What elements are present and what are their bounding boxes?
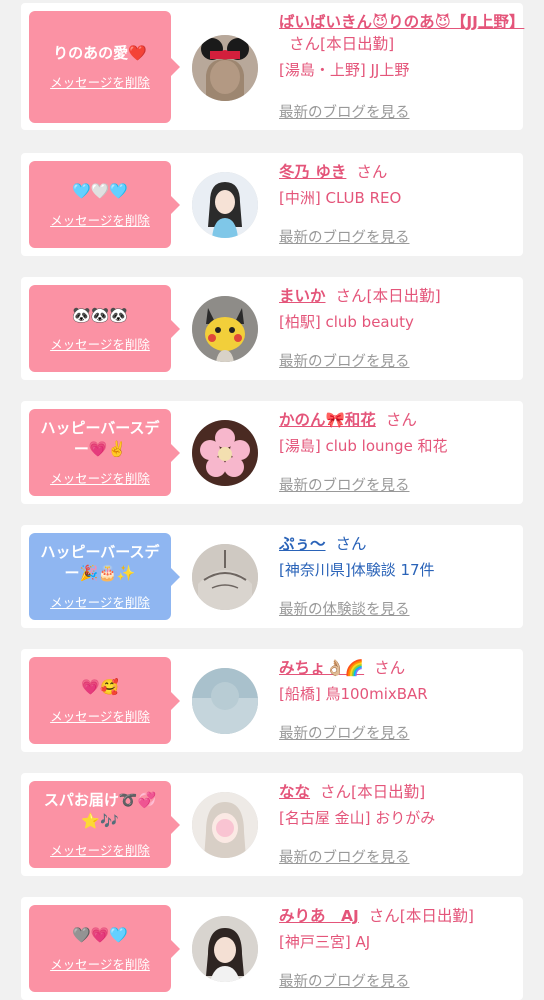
honorific: さん	[368, 907, 400, 925]
latest-blog-link[interactable]: 最新のブログを見る	[279, 722, 410, 743]
avatar-image	[192, 792, 258, 858]
cast-info: なな さん[本日出勤] [名古屋 金山] おりがみ	[279, 781, 519, 829]
status-badge: [本日出勤]	[320, 35, 395, 53]
shop-info: [船橋] 鳥100mixBAR	[279, 685, 428, 703]
avatar[interactable]	[192, 172, 258, 238]
avatar-image	[192, 544, 258, 610]
delete-message-link[interactable]: メッセージを削除	[50, 72, 150, 91]
shop-info: [神戸三宮] AJ	[279, 933, 371, 951]
message-bubble: 🐼🐼🐼 メッセージを削除	[29, 285, 180, 372]
avatar-image	[192, 296, 258, 362]
message-text: 🐼🐼🐼	[71, 305, 129, 324]
shop-info: [名古屋 金山] おりがみ	[279, 809, 436, 827]
cast-info: まいか さん[本日出勤] [柏駅] club beauty	[279, 285, 519, 333]
message-bubble: 🩶💗🩵 メッセージを削除	[29, 905, 180, 992]
message-bubble: ハッピーバースデー🎉🎂✨ メッセージを削除	[29, 533, 180, 620]
honorific: さん	[335, 535, 367, 553]
status-badge: [本日出勤]	[366, 287, 441, 305]
shop-info: [柏駅] club beauty	[279, 313, 414, 331]
shop-info: [神奈川県]体験談 17件	[279, 561, 435, 579]
latest-blog-link[interactable]: 最新のブログを見る	[279, 101, 410, 122]
delete-message-link[interactable]: メッセージを削除	[50, 210, 150, 229]
delete-message-link[interactable]: メッセージを削除	[50, 334, 150, 353]
avatar-image	[192, 172, 258, 238]
avatar-image	[192, 420, 258, 486]
latest-blog-link[interactable]: 最新のブログを見る	[279, 846, 410, 867]
avatar[interactable]	[192, 35, 258, 101]
cast-name-link[interactable]: なな	[279, 783, 310, 801]
message-card: 💗🥰 メッセージを削除 みちょ👌🏼🌈 さん [船橋] 鳥100mixBAR 最新の…	[21, 649, 523, 752]
latest-blog-link[interactable]: 最新のブログを見る	[279, 226, 410, 247]
cast-info: みりあ AJ さん[本日出勤] [神戸三宮] AJ	[279, 905, 519, 953]
message-card: ハッピーバースデー💗✌️ メッセージを削除 かのん🎀和花 さん [湯島] club…	[21, 401, 523, 504]
message-card: 🐼🐼🐼 メッセージを削除 まいか さん[本日出勤] [柏駅] club beaut…	[21, 277, 523, 380]
status-badge: [本日出勤]	[351, 783, 426, 801]
avatar[interactable]	[192, 420, 258, 486]
avatar[interactable]	[192, 916, 258, 982]
avatar-image	[192, 668, 258, 734]
cast-name-link[interactable]: みりあ AJ	[279, 907, 359, 925]
cast-info: 冬乃 ゆき さん [中洲] CLUB REO	[279, 161, 519, 209]
message-text: ハッピーバースデー💗✌️	[40, 419, 160, 458]
delete-message-link[interactable]: メッセージを削除	[50, 468, 150, 487]
delete-message-link[interactable]: メッセージを削除	[50, 592, 150, 611]
message-text: りのあの愛❤️	[53, 44, 147, 62]
cast-info: みちょ👌🏼🌈 さん [船橋] 鳥100mixBAR	[279, 657, 519, 705]
shop-info: [中洲] CLUB REO	[279, 189, 402, 207]
message-bubble: 🩵🤍🩵 メッセージを削除	[29, 161, 180, 248]
message-card: 🩶💗🩵 メッセージを削除 みりあ AJ さん[本日出勤] [神戸三宮] AJ 最新…	[21, 897, 523, 1000]
avatar-image	[192, 35, 258, 101]
message-card: りのあの愛❤️ メッセージを削除 ばいばいきん😈りのあ😈【JJ上野】さん[本日出…	[21, 3, 524, 130]
delete-message-link[interactable]: メッセージを削除	[50, 954, 150, 973]
message-list: りのあの愛❤️ メッセージを削除 ばいばいきん😈りのあ😈【JJ上野】さん[本日出…	[0, 0, 544, 1000]
status-badge: [本日出勤]	[399, 907, 474, 925]
avatar[interactable]	[192, 296, 258, 362]
honorific: さん	[385, 411, 417, 429]
honorific: さん	[374, 659, 406, 677]
avatar[interactable]	[192, 792, 258, 858]
shop-info: [湯島・上野] JJ上野	[279, 61, 410, 79]
cast-name-link[interactable]: ばいばいきん😈りのあ😈【JJ上野】	[279, 13, 524, 31]
message-bubble: ハッピーバースデー💗✌️ メッセージを削除	[29, 409, 180, 496]
message-text: 💗🥰	[81, 677, 119, 696]
cast-name-link[interactable]: 冬乃 ゆき	[279, 163, 346, 181]
cast-info: ばいばいきん😈りのあ😈【JJ上野】さん[本日出勤] [湯島・上野] JJ上野	[279, 11, 524, 81]
message-bubble: スパお届け➰💞⭐️🎶 メッセージを削除	[29, 781, 180, 868]
message-card: ハッピーバースデー🎉🎂✨ メッセージを削除 ぷぅ〜 さん [神奈川県]体験談 17…	[21, 525, 523, 628]
latest-blog-link[interactable]: 最新のブログを見る	[279, 474, 410, 495]
message-card: 🩵🤍🩵 メッセージを削除 冬乃 ゆき さん [中洲] CLUB REO 最新のブロ…	[21, 153, 523, 256]
latest-blog-link[interactable]: 最新のブログを見る	[279, 350, 410, 371]
shop-info: [湯島] club lounge 和花	[279, 437, 448, 455]
message-card: スパお届け➰💞⭐️🎶 メッセージを削除 なな さん[本日出勤] [名古屋 金山] …	[21, 773, 523, 876]
avatar[interactable]	[192, 544, 258, 610]
message-text: スパお届け➰💞⭐️🎶	[43, 791, 157, 830]
cast-name-link[interactable]: ぷぅ〜	[279, 535, 326, 553]
cast-info: かのん🎀和花 さん [湯島] club lounge 和花	[279, 409, 519, 457]
cast-name-link[interactable]: みちょ👌🏼🌈	[279, 659, 364, 677]
message-bubble: りのあの愛❤️ メッセージを削除	[29, 11, 180, 123]
cast-name-link[interactable]: かのん🎀和花	[279, 411, 376, 429]
message-text: 🩶💗🩵	[71, 925, 129, 944]
cast-info: ぷぅ〜 さん [神奈川県]体験談 17件	[279, 533, 519, 581]
latest-blog-link[interactable]: 最新のブログを見る	[279, 970, 410, 991]
avatar-image	[192, 916, 258, 982]
cast-name-link[interactable]: まいか	[279, 287, 326, 305]
message-text: 🩵🤍🩵	[71, 181, 129, 200]
message-text: ハッピーバースデー🎉🎂✨	[40, 543, 160, 582]
delete-message-link[interactable]: メッセージを削除	[50, 840, 150, 859]
honorific: さん	[335, 287, 367, 305]
delete-message-link[interactable]: メッセージを削除	[50, 706, 150, 725]
honorific: さん	[289, 35, 321, 53]
avatar[interactable]	[192, 668, 258, 734]
latest-review-link[interactable]: 最新の体験談を見る	[279, 598, 410, 619]
message-bubble: 💗🥰 メッセージを削除	[29, 657, 180, 744]
honorific: さん	[320, 783, 352, 801]
honorific: さん	[356, 163, 388, 181]
